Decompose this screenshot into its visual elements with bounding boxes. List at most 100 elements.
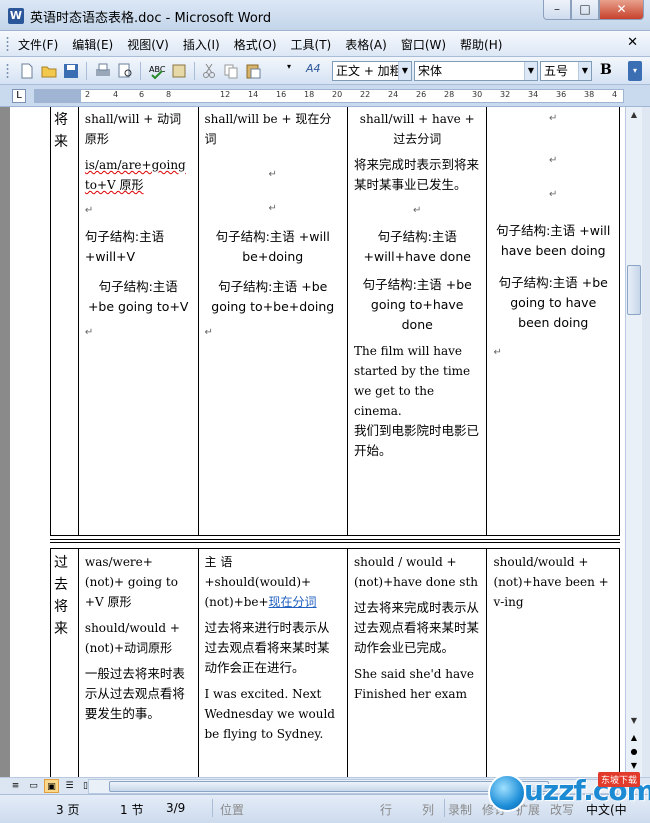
chevron-down-icon[interactable]: ▼ <box>578 62 591 80</box>
ruler-tick: 18 <box>304 90 315 99</box>
hyperlink[interactable]: 现在分词 <box>269 595 317 609</box>
menu-edit[interactable]: 编辑(E) <box>72 36 113 53</box>
font-select[interactable]: 宋体 ▼ <box>414 61 538 81</box>
paragraph-mark: ↵ <box>268 169 277 180</box>
ruler-tick: 20 <box>332 90 343 99</box>
new-document-icon[interactable] <box>18 62 36 80</box>
cut-icon[interactable] <box>200 62 218 80</box>
research-icon[interactable] <box>170 62 188 80</box>
toolbar-overflow-icon[interactable]: ▾ <box>282 62 296 80</box>
horizontal-ruler[interactable]: 2 4 6 8 12 14 16 18 20 22 24 26 28 30 32… <box>34 89 624 103</box>
document-close-button[interactable]: ✕ <box>627 35 638 50</box>
print-layout-icon[interactable]: ▣ <box>44 779 59 793</box>
cell-text: She said she'd have <box>353 667 475 681</box>
open-folder-icon[interactable] <box>40 62 58 80</box>
status-column: 列 <box>422 803 435 817</box>
chevron-down-icon[interactable]: ▼ <box>524 62 537 80</box>
ruler-tick: 2 <box>85 90 91 99</box>
cell-text: Finished her exam <box>353 687 467 701</box>
table-cell[interactable]: shall/will + 动词原形 is/am/are+going to+V 原… <box>79 107 199 535</box>
cell-text: 句子结构:主语 +be going to have been doing <box>498 275 608 330</box>
paragraph-mark: ↵ <box>413 205 422 216</box>
status-extend[interactable]: 扩展 <box>516 801 540 818</box>
menu-window[interactable]: 窗口(W) <box>401 36 446 53</box>
chevron-down-icon[interactable]: ▼ <box>398 62 411 80</box>
ruler-tick: 24 <box>388 90 399 99</box>
table-cell[interactable]: should/would +(not)+have been + v-ing <box>487 549 619 777</box>
menu-tools[interactable]: 工具(T) <box>291 36 332 53</box>
scroll-down-icon[interactable]: ▼ <box>626 713 642 729</box>
normal-view-icon[interactable]: ≡ <box>8 779 23 793</box>
maximize-button[interactable]: □ <box>571 0 599 20</box>
font-size-select[interactable]: 五号 ▼ <box>540 61 592 81</box>
window-title: 英语时态语态表格.doc - Microsoft Word <box>30 11 272 26</box>
toolbar-options-icon[interactable]: ▾ <box>628 61 642 81</box>
status-section: 1 节 <box>120 803 144 817</box>
ruler-bar: L 2 4 6 8 12 14 16 18 20 22 24 26 28 30 … <box>0 85 650 107</box>
table-cell[interactable]: was/were+(not)+ going to +V 原形 should/wo… <box>79 549 199 777</box>
tab-stop-selector[interactable]: L <box>12 89 26 103</box>
status-overtype[interactable]: 改写 <box>550 801 574 818</box>
paragraph-mark: ↵ <box>84 327 94 338</box>
cell-text: 过去将来进行时表示从过去观点看将来某时某动作会正在进行。 <box>204 620 330 675</box>
menu-file[interactable]: 文件(F) <box>18 36 58 53</box>
paragraph-mark: ↵ <box>493 347 502 358</box>
menu-format[interactable]: 格式(O) <box>234 36 277 53</box>
save-icon[interactable] <box>62 62 80 80</box>
cell-text: 我们到电影院时电影已开始。 <box>353 423 479 458</box>
ruler-tick: 12 <box>220 90 231 99</box>
cell-text: shall/will + 动词原形 <box>84 112 182 146</box>
status-page-count: 3/9 <box>166 801 186 815</box>
print-preview-icon[interactable] <box>116 62 134 80</box>
cell-text: should/would +(not)+have been + v-ing <box>493 555 609 609</box>
scroll-up-icon[interactable]: ▲ <box>626 107 642 123</box>
previous-page-icon[interactable]: ▲ <box>626 731 642 745</box>
menu-table[interactable]: 表格(A) <box>345 36 387 53</box>
cell-text: 句子结构:主语 +will+have done <box>363 229 471 264</box>
close-button[interactable]: ✕ <box>599 0 644 20</box>
cell-text: 将来完成时表示到将来某时某事业已发生。 <box>353 157 479 192</box>
ruler-tick: 14 <box>248 90 259 99</box>
vertical-scrollbar[interactable]: ▲ ▼ ▲ ● ▼ <box>625 107 642 777</box>
cell-text: should / would +(not)+have done sth <box>353 555 478 589</box>
cell-text: is/am/are+going to+V 原形 <box>84 158 186 192</box>
table-cell[interactable]: should / would +(not)+have done sth 过去将来… <box>348 549 488 777</box>
copy-icon[interactable] <box>222 62 240 80</box>
cell-text: should/would + (not)+动词原形 <box>84 621 180 655</box>
paste-icon[interactable] <box>244 62 262 80</box>
menu-insert[interactable]: 插入(I) <box>183 36 220 53</box>
table-cell[interactable]: shall/will + have + 过去分词 将来完成时表示到将来某时某事业… <box>348 107 488 535</box>
scroll-thumb[interactable] <box>627 265 641 315</box>
print-icon[interactable] <box>94 62 112 80</box>
cell-text: 句子结构:主语 +will have been doing <box>496 223 611 258</box>
table-row: 过去将来 was/were+(not)+ going to +V 原形 shou… <box>50 548 620 777</box>
next-page-icon[interactable]: ▼ <box>626 759 642 773</box>
styles-formatting-icon[interactable]: A4 <box>306 62 330 80</box>
horizontal-scroll-thumb[interactable] <box>109 781 549 792</box>
minimize-button[interactable]: – <box>543 0 571 20</box>
spelling-check-icon[interactable]: ABC <box>148 62 166 80</box>
status-record[interactable]: 录制 <box>448 801 472 818</box>
menu-help[interactable]: 帮助(H) <box>460 36 502 53</box>
table-cell[interactable]: 主 语 +should(would)+(not)+be+现在分词 过去将来进行时… <box>199 549 348 777</box>
ruler-tick: 28 <box>444 90 455 99</box>
bold-button[interactable]: B <box>600 62 612 78</box>
horizontal-scrollbar[interactable] <box>88 779 618 794</box>
table-cell[interactable]: shall/will be + 现在分词 ↵ ↵ 句子结构:主语 +will b… <box>199 107 348 535</box>
select-browse-object-icon[interactable]: ● <box>626 745 642 759</box>
toolbar-grip-icon[interactable] <box>6 63 9 79</box>
menu-grip-icon[interactable] <box>6 36 9 52</box>
web-layout-icon[interactable]: ▭ <box>26 779 41 793</box>
status-track-changes[interactable]: 修订 <box>482 801 506 818</box>
style-select[interactable]: 正文 + 加粗 ▼ <box>332 61 412 81</box>
word-app-icon[interactable]: W <box>8 8 24 24</box>
outline-view-icon[interactable]: ☰ <box>62 779 77 793</box>
ruler-tick: 36 <box>556 90 567 99</box>
tense-cell[interactable]: 将来 <box>51 107 79 535</box>
ruler-tick: 26 <box>416 90 427 99</box>
tense-cell[interactable]: 过去将来 <box>51 549 79 777</box>
table-cell[interactable]: ↵ ↵ ↵ 句子结构:主语 +will have been doing 句子结构… <box>487 107 619 535</box>
menu-view[interactable]: 视图(V) <box>127 36 169 53</box>
document-page[interactable]: 将来 shall/will + 动词原形 is/am/are+going to+… <box>10 107 625 777</box>
status-bar: 3 页 1 节 3/9 位置 行 列 录制 修订 扩展 改写 中文(中 <box>0 794 650 823</box>
